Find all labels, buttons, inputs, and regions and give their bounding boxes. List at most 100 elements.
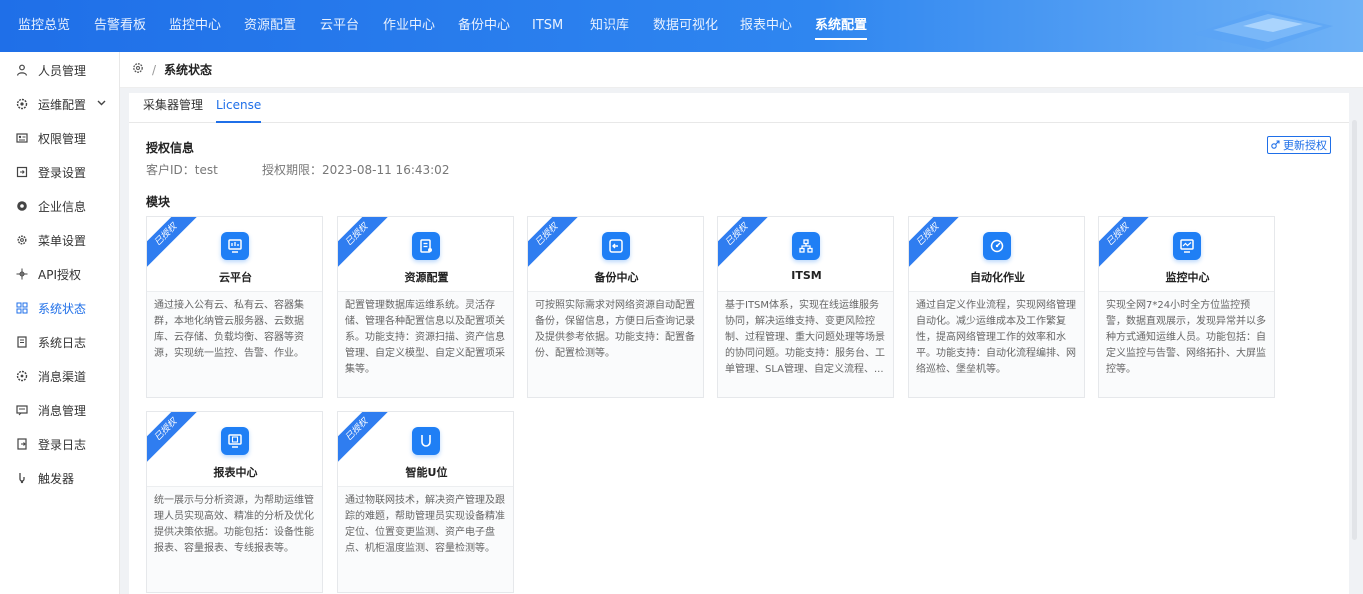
api-icon — [16, 268, 28, 280]
module-card-automation[interactable]: 已授权 自动化作业 通过自定义作业流程，实现网络管理自动化。减少运维成本及工作繁… — [908, 216, 1085, 398]
sidebar-item-message-channel[interactable]: 消息渠道 — [0, 360, 120, 392]
automation-gauge-icon — [983, 232, 1011, 260]
module-card-backup-center[interactable]: 已授权 备份中心 可按照实际需求对网络资源自动配置备份，保留信息，方便日后查询记… — [527, 216, 704, 398]
tab-license[interactable]: License — [216, 93, 262, 123]
gear-icon — [16, 98, 28, 110]
module-title: 监控中心 — [1165, 271, 1210, 284]
trigger-icon — [16, 472, 28, 484]
message-icon — [16, 404, 28, 416]
sidebar-item-label: 菜单设置 — [38, 233, 87, 248]
sidebar-item-label: 系统日志 — [38, 335, 87, 350]
sidebar-item-system-status[interactable]: 系统状态 — [0, 292, 120, 324]
top-nav-bar: 监控总览 告警看板 监控中心 资源配置 云平台 作业中心 备份中心 ITSM 知… — [0, 0, 1363, 52]
sidebar-item-users[interactable]: 人员管理 — [0, 54, 120, 86]
module-card-head: 已授权 智能U位 — [338, 412, 513, 486]
tab-collector-manage[interactable]: 采集器管理 — [143, 93, 203, 123]
nav-item-resource-config[interactable]: 资源配置 — [244, 0, 296, 52]
authorized-badge: 已授权 — [718, 217, 776, 274]
update-license-button[interactable]: 更新授权 — [1267, 136, 1331, 154]
module-card-cloud[interactable]: 已授权 云平台 通过接入公有云、私有云、容器集群，本地化纳管云服务器、云数据库、… — [146, 216, 323, 398]
module-title: 备份中心 — [594, 271, 639, 284]
module-title: 自动化作业 — [970, 271, 1025, 284]
module-card-head: 已授权 资源配置 — [338, 217, 513, 291]
sidebar-item-ops-config[interactable]: 运维配置 — [0, 88, 120, 120]
sidebar-item-label: 运维配置 — [38, 97, 87, 112]
backup-icon — [602, 232, 630, 260]
nav-item-cloud[interactable]: 云平台 — [320, 0, 359, 52]
authorized-badge: 已授权 — [147, 412, 205, 469]
login-icon — [16, 166, 28, 178]
hierarchy-icon — [792, 232, 820, 260]
sidebar-item-menu-settings[interactable]: 菜单设置 — [0, 224, 120, 256]
module-description: 通过物联网技术，解决资产管理及跟踪的难题，帮助管理员实现设备精准定位、位置变更监… — [338, 486, 513, 592]
sidebar-item-label: 消息管理 — [38, 403, 87, 418]
sidebar-item-label: 登录日志 — [38, 437, 87, 452]
module-card-head: 已授权 自动化作业 — [909, 217, 1084, 291]
sidebar-item-label: 系统状态 — [38, 301, 87, 316]
nav-item-itsm[interactable]: ITSM — [532, 0, 563, 52]
sidebar-item-company[interactable]: 企业信息 — [0, 190, 120, 222]
nav-item-report-center[interactable]: 报表中心 — [740, 0, 792, 52]
authorized-badge: 已授权 — [338, 217, 396, 274]
permission-icon — [16, 132, 28, 144]
nav-item-system-config[interactable]: 系统配置 — [815, 0, 868, 52]
module-card-head: 已授权 ITSM — [718, 217, 893, 291]
sidebar-item-api-auth[interactable]: API授权 — [0, 258, 120, 290]
grid-icon — [16, 302, 28, 314]
sidebar-item-login-settings[interactable]: 登录设置 — [0, 156, 120, 188]
module-card-head: 已授权 报表中心 — [147, 412, 322, 486]
module-card-head: 已授权 备份中心 — [528, 217, 703, 291]
sidebar-item-label: 人员管理 — [38, 63, 87, 78]
settings-icon[interactable] — [132, 62, 144, 77]
nav-item-alert-board[interactable]: 告警看板 — [94, 0, 146, 52]
nav-item-backup-center[interactable]: 备份中心 — [458, 0, 510, 52]
user-icon — [16, 64, 28, 76]
authorized-badge: 已授权 — [528, 217, 586, 274]
module-card-resource-config[interactable]: 已授权 资源配置 配置管理数据库运维系统。灵活存储、管理各种配置信息以及配置项关… — [337, 216, 514, 398]
sidebar-item-label: 权限管理 — [38, 131, 87, 146]
module-card-head: 已授权 云平台 — [147, 217, 322, 291]
sidebar-item-label: 触发器 — [38, 471, 75, 486]
module-title: 资源配置 — [404, 271, 449, 284]
nav-item-overview[interactable]: 监控总览 — [18, 0, 70, 52]
nav-item-monitor-center[interactable]: 监控中心 — [169, 0, 221, 52]
module-card-head: 已授权 监控中心 — [1099, 217, 1274, 291]
module-title: 报表中心 — [213, 466, 258, 479]
module-card-monitor-center[interactable]: 已授权 监控中心 实现全网7*24小时全方位监控预警，数据直观展示，发现异常并以… — [1098, 216, 1275, 398]
document-config-icon — [412, 232, 440, 260]
chevron-down-icon[interactable] — [97, 99, 106, 109]
settings-icon — [16, 234, 28, 246]
module-description: 通过接入公有云、私有云、容器集群，本地化纳管云服务器、云数据库、云存储、负载均衡… — [147, 291, 322, 397]
sidebar-item-system-log[interactable]: 系统日志 — [0, 326, 120, 358]
monitor-chart-icon — [1173, 232, 1201, 260]
sidebar-item-login-log[interactable]: 登录日志 — [0, 428, 120, 460]
module-card-smart-u[interactable]: 已授权 智能U位 通过物联网技术，解决资产管理及跟踪的难题，帮助管理员实现设备精… — [337, 411, 514, 593]
module-card-itsm[interactable]: 已授权 ITSM 基于ITSM体系，实现在线运维服务协同，解决运维支持、变更风险… — [717, 216, 894, 398]
sidebar-item-label: 登录设置 — [38, 165, 87, 180]
module-description: 实现全网7*24小时全方位监控预警，数据直观展示，发现异常并以多种方式通知运维人… — [1099, 291, 1274, 397]
breadcrumb: / 系统状态 — [120, 52, 1363, 88]
report-icon — [221, 427, 249, 455]
module-title: ITSM — [791, 269, 822, 282]
sidebar-item-label: 消息渠道 — [38, 369, 87, 384]
log-icon — [16, 336, 28, 348]
scrollbar[interactable] — [1352, 120, 1357, 540]
sidebar-item-permissions[interactable]: 权限管理 — [0, 122, 120, 154]
license-period: 授权期限：2023-08-11 16:43:02 — [262, 163, 450, 177]
module-description: 可按照实际需求对网络资源自动配置备份，保留信息，方便日后查询记录及提供参考依据。… — [528, 291, 703, 397]
module-description: 基于ITSM体系，实现在线运维服务协同，解决运维支持、变更风险控制、过程管理、重… — [718, 291, 893, 397]
nav-item-job-center[interactable]: 作业中心 — [383, 0, 435, 52]
module-card-report-center[interactable]: 已授权 报表中心 统一展示与分析资源，为帮助运维管理人员实现高效、精准的分析及优… — [146, 411, 323, 593]
module-title: 云平台 — [219, 271, 252, 284]
sidebar-item-message-manage[interactable]: 消息管理 — [0, 394, 120, 426]
sidebar-item-label: API授权 — [38, 267, 81, 282]
sidebar-item-trigger[interactable]: 触发器 — [0, 462, 120, 494]
main-panel: 采集器管理 License 授权信息 客户ID：test 授权期限：2023-0… — [129, 93, 1349, 594]
module-title: 智能U位 — [405, 466, 448, 479]
u-shape-icon — [412, 427, 440, 455]
nav-item-knowledge[interactable]: 知识库 — [590, 0, 629, 52]
customer-id: 客户ID：test — [146, 163, 218, 177]
modules-title: 模块 — [146, 195, 171, 209]
module-description: 统一展示与分析资源，为帮助运维管理人员实现高效、精准的分析及优化提供决策依据。功… — [147, 486, 322, 592]
nav-item-data-viz[interactable]: 数据可视化 — [653, 0, 718, 52]
